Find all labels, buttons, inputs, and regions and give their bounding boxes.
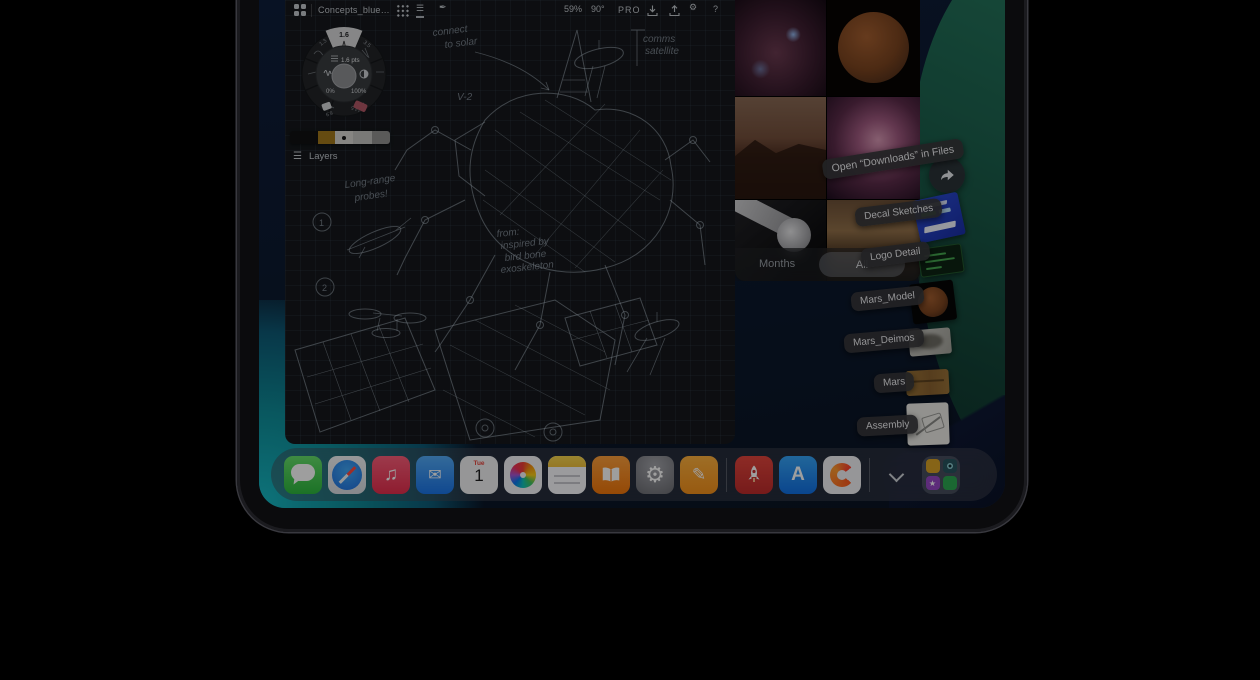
- dot-grid-icon[interactable]: [396, 4, 409, 17]
- palette-selection-dot: [342, 136, 346, 140]
- palette-swatch-gray[interactable]: [372, 131, 390, 144]
- annotation-number-2: 2: [322, 283, 327, 293]
- dock-pages-icon[interactable]: ✎: [680, 456, 718, 494]
- library-mini-icon-yellow: [926, 459, 940, 473]
- settings-gear-icon[interactable]: ⚙: [689, 2, 697, 13]
- dock-divider: [726, 458, 727, 492]
- zoom-level[interactable]: 59%: [564, 4, 582, 14]
- color-palette-bar[interactable]: [290, 131, 390, 144]
- library-mini-icon-camera: [943, 459, 957, 473]
- palette-swatch-gold[interactable]: [318, 131, 335, 144]
- dock-settings-icon[interactable]: ⚙: [636, 456, 674, 494]
- wheel-stroke-width: 1.6 pts: [341, 57, 360, 64]
- ipad-screen: connect to solar comms satellite V-2 Lon…: [259, 0, 1005, 508]
- annotation-connect-line2: to solar: [444, 36, 479, 51]
- app-grid-icon[interactable]: [294, 4, 306, 16]
- envelope-icon: ✉: [416, 456, 454, 494]
- dock-calendar-icon[interactable]: Tue 1: [460, 456, 498, 494]
- annotation-range-line1: Long-range: [344, 173, 397, 191]
- rotation-value[interactable]: 90°: [591, 4, 605, 14]
- drag-label-assembly[interactable]: Assembly: [857, 414, 919, 436]
- tool-wheel[interactable]: 1.6 1.3 3.5 8.9 14.5 1.6 pts 0% 100%: [298, 26, 390, 118]
- lines-menu-icon[interactable]: ☰: [416, 2, 424, 18]
- rocket-icon: [735, 456, 773, 494]
- document-title[interactable]: Concepts_blue…: [318, 5, 390, 15]
- library-mini-icon-green: [943, 476, 957, 490]
- concepts-app-window[interactable]: connect to solar comms satellite V-2 Lon…: [285, 0, 735, 444]
- export-share-icon[interactable]: [668, 4, 681, 19]
- photo-horsehead-nebula[interactable]: [735, 0, 826, 96]
- wheel-knob[interactable]: [332, 64, 356, 88]
- wheel-size-top: 1.6: [339, 32, 349, 39]
- tab-months[interactable]: Months: [759, 258, 795, 270]
- appstore-a-icon: A: [779, 456, 817, 494]
- photos-app-window: Months All: [735, 0, 920, 281]
- dock: ♫ ✉ Tue 1 ⚙ ✎: [271, 448, 997, 501]
- chevron-down-icon: [889, 466, 905, 482]
- gear-icon: ⚙: [636, 456, 674, 494]
- annotation-note-line1: from:: [496, 227, 520, 240]
- dock-app-library[interactable]: ★: [922, 456, 960, 494]
- music-note-icon: ♫: [372, 456, 410, 494]
- dock-safari-icon[interactable]: [328, 456, 366, 494]
- dock-photos-icon[interactable]: [504, 456, 542, 494]
- import-icon[interactable]: [646, 4, 659, 19]
- wheel-opacity-min: 0%: [326, 89, 335, 95]
- dock-collapse-button[interactable]: [878, 456, 916, 494]
- library-mini-icon-star: ★: [926, 476, 940, 490]
- palette-swatch-silver[interactable]: [353, 131, 372, 144]
- annotation-number-1: 1: [319, 218, 324, 228]
- dock-notes-icon[interactable]: [548, 456, 586, 494]
- share-arrow-icon: [938, 166, 956, 184]
- dock-music-icon[interactable]: ♫: [372, 456, 410, 494]
- concepts-toolbar: Concepts_blue… ☰ ✒ 59% 90° PRO ⚙ ?: [285, 0, 735, 22]
- pen-icon: ✎: [680, 456, 718, 494]
- pen-nib-icon[interactable]: ✒: [439, 2, 447, 13]
- help-icon[interactable]: ?: [713, 4, 718, 14]
- open-book-icon: [592, 456, 630, 494]
- dock-mail-icon[interactable]: ✉: [416, 456, 454, 494]
- wheel-opacity-max: 100%: [351, 89, 367, 95]
- calendar-day: 1: [460, 466, 498, 486]
- photo-mars-planet[interactable]: [827, 0, 920, 96]
- dock-messages-icon[interactable]: [284, 456, 322, 494]
- photo-mars-landscape[interactable]: [735, 97, 826, 199]
- annotation-comms-line1: comms: [643, 34, 675, 45]
- dock-rocket-app-icon[interactable]: [735, 456, 773, 494]
- drag-label-mars[interactable]: Mars: [873, 372, 914, 394]
- dock-books-icon[interactable]: [592, 456, 630, 494]
- stage: connect to solar comms satellite V-2 Lon…: [0, 0, 1260, 680]
- dock-concepts-icon[interactable]: [823, 456, 861, 494]
- dock-divider-2: [869, 458, 870, 492]
- palette-swatch-black[interactable]: [290, 131, 318, 144]
- annotation-comms-line2: satellite: [645, 46, 679, 57]
- annotation-version: V-2: [457, 92, 473, 103]
- layers-button[interactable]: ☰ Layers: [293, 151, 337, 162]
- palette-swatch-cream[interactable]: [335, 131, 353, 144]
- toolbar-divider: [311, 4, 312, 17]
- annotation-range-line2: probes!: [353, 188, 389, 204]
- hamburger-icon: ☰: [293, 151, 302, 162]
- layers-label: Layers: [309, 151, 338, 162]
- pro-badge[interactable]: PRO: [618, 5, 641, 15]
- dock-appstore-icon[interactable]: A: [779, 456, 817, 494]
